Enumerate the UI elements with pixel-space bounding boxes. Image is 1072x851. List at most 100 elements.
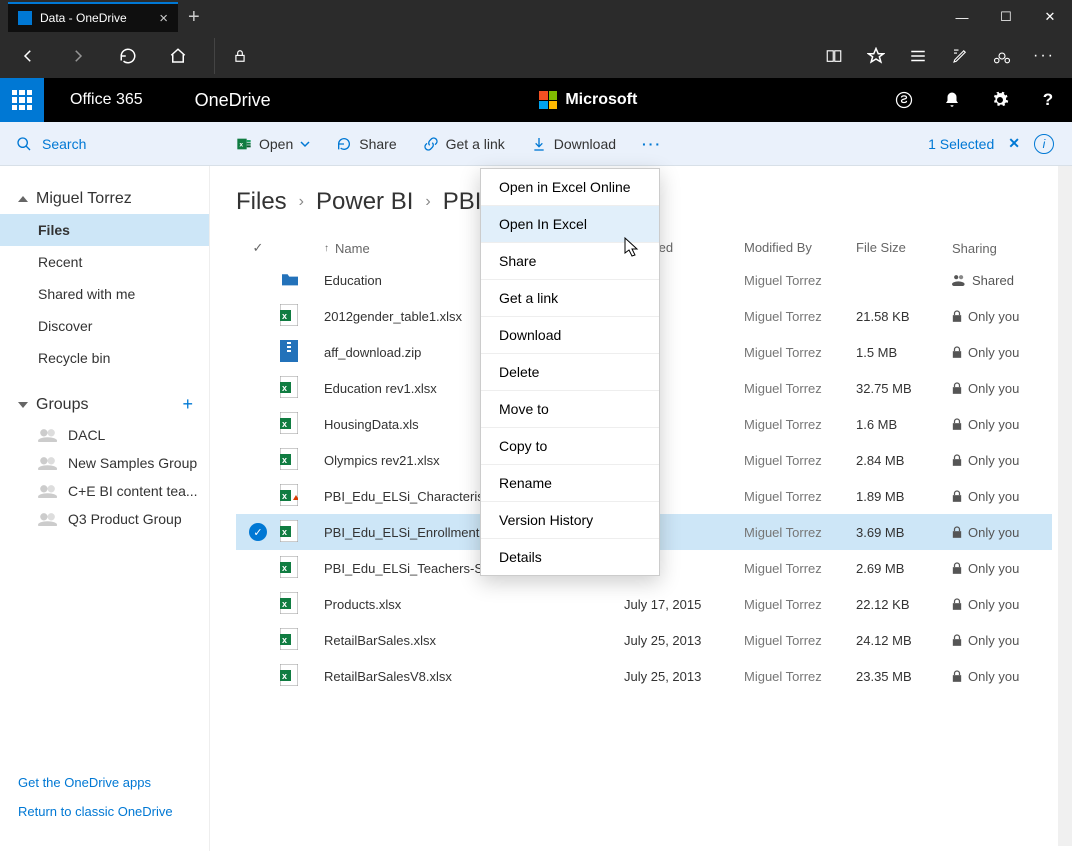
col-share-header[interactable]: Sharing: [952, 240, 1052, 256]
context-menu-item[interactable]: Get a link: [481, 280, 659, 317]
sidebar: Miguel Torrez FilesRecentShared with meD…: [0, 166, 210, 851]
file-name[interactable]: RetailBarSales.xlsx: [324, 633, 624, 648]
context-menu-item[interactable]: Open in Excel Online: [481, 169, 659, 206]
context-menu-item[interactable]: Download: [481, 317, 659, 354]
file-sharing: Only you: [952, 597, 1052, 612]
file-size: 1.6 MB: [856, 417, 952, 432]
file-type-icon: x: [280, 628, 324, 653]
add-group-icon[interactable]: +: [182, 394, 193, 415]
file-sharing: Only you: [952, 489, 1052, 504]
user-header[interactable]: Miguel Torrez: [0, 184, 209, 214]
get-apps-link[interactable]: Get the OneDrive apps: [18, 775, 191, 792]
sidebar-item-files[interactable]: Files: [0, 214, 209, 246]
home-button[interactable]: [160, 38, 196, 74]
file-sharing: Only you: [952, 561, 1052, 576]
reading-view-icon[interactable]: [816, 38, 852, 74]
file-size: 3.69 MB: [856, 525, 952, 540]
context-menu-item[interactable]: Delete: [481, 354, 659, 391]
browser-chrome: Data - OneDrive × + — ☐ ✕ ···: [0, 0, 1072, 78]
classic-link[interactable]: Return to classic OneDrive: [18, 804, 191, 821]
more-button[interactable]: ···: [642, 136, 662, 152]
search-box[interactable]: Search: [0, 136, 210, 152]
context-menu-item[interactable]: Rename: [481, 465, 659, 502]
sidebar-item-recent[interactable]: Recent: [0, 246, 209, 278]
share-icon: [336, 136, 352, 152]
file-modby: Miguel Torrez: [744, 489, 856, 504]
new-tab-button[interactable]: +: [188, 6, 200, 29]
groups-header[interactable]: Groups +: [0, 388, 209, 421]
lock-icon: [952, 562, 962, 574]
sidebar-item-shared-with-me[interactable]: Shared with me: [0, 278, 209, 310]
table-row[interactable]: xProducts.xlsxJuly 17, 2015Miguel Torrez…: [236, 586, 1052, 622]
table-row[interactable]: xRetailBarSales.xlsxJuly 25, 2013Miguel …: [236, 622, 1052, 658]
crumb-files[interactable]: Files: [236, 188, 287, 216]
clear-selection-icon[interactable]: ✕: [1008, 135, 1020, 152]
svg-text:x: x: [239, 141, 243, 148]
vertical-scrollbar[interactable]: [1058, 166, 1072, 846]
group-item[interactable]: Q3 Product Group: [0, 505, 209, 533]
group-item[interactable]: New Samples Group: [0, 449, 209, 477]
file-modby: Miguel Torrez: [744, 273, 856, 288]
context-menu-item[interactable]: Copy to: [481, 428, 659, 465]
check-icon[interactable]: ✓: [249, 523, 267, 541]
maximize-button[interactable]: ☐: [984, 2, 1028, 32]
more-browser-icon[interactable]: ···: [1026, 38, 1062, 74]
col-check[interactable]: ✓: [236, 240, 280, 256]
command-right: 1 Selected ✕ i: [928, 134, 1072, 154]
file-sharing: Only you: [952, 309, 1052, 324]
download-button[interactable]: Download: [531, 136, 616, 152]
refresh-button[interactable]: [110, 38, 146, 74]
svg-text:x: x: [282, 455, 287, 465]
app-launcher[interactable]: [0, 78, 44, 122]
chevron-down-icon: [300, 139, 310, 149]
chevron-up-icon: [18, 196, 28, 202]
minimize-button[interactable]: —: [940, 2, 984, 32]
file-sharing: Only you: [952, 669, 1052, 684]
file-modby: Miguel Torrez: [744, 453, 856, 468]
skype-icon[interactable]: [880, 78, 928, 122]
share-button[interactable]: Share: [336, 136, 396, 152]
search-placeholder: Search: [42, 136, 86, 152]
notes-icon[interactable]: [942, 38, 978, 74]
browser-tab[interactable]: Data - OneDrive ×: [8, 2, 178, 32]
getlink-button[interactable]: Get a link: [423, 136, 505, 152]
file-size: 1.5 MB: [856, 345, 952, 360]
context-menu-item[interactable]: Move to: [481, 391, 659, 428]
file-modby: Miguel Torrez: [744, 417, 856, 432]
lock-icon: [952, 598, 962, 610]
share-browser-icon[interactable]: [984, 38, 1020, 74]
forward-button[interactable]: [60, 38, 96, 74]
file-modby: Miguel Torrez: [744, 525, 856, 540]
context-menu-item[interactable]: Details: [481, 539, 659, 575]
tab-close-icon[interactable]: ×: [159, 10, 168, 27]
context-menu-item[interactable]: Version History: [481, 502, 659, 539]
open-button[interactable]: x Open: [236, 136, 310, 152]
excel-icon: x: [236, 136, 252, 152]
group-item[interactable]: C+E BI content tea...: [0, 477, 209, 505]
file-size: 32.75 MB: [856, 381, 952, 396]
notifications-icon[interactable]: [928, 78, 976, 122]
help-icon[interactable]: ?: [1024, 78, 1072, 122]
col-size-header[interactable]: File Size: [856, 240, 952, 256]
col-modby-header[interactable]: Modified By: [744, 240, 856, 256]
microsoft-label: Microsoft: [565, 91, 637, 109]
back-button[interactable]: [10, 38, 46, 74]
tab-title: Data - OneDrive: [40, 11, 127, 25]
download-label: Download: [554, 136, 616, 152]
table-row[interactable]: xRetailBarSalesV8.xlsxJuly 25, 2013Migue…: [236, 658, 1052, 694]
sidebar-item-discover[interactable]: Discover: [0, 310, 209, 342]
close-window-button[interactable]: ✕: [1028, 2, 1072, 32]
sidebar-item-recycle-bin[interactable]: Recycle bin: [0, 342, 209, 374]
file-size: 24.12 MB: [856, 633, 952, 648]
hub-icon[interactable]: [900, 38, 936, 74]
crumb-powerbi[interactable]: Power BI: [316, 188, 413, 216]
file-type-icon: x: [280, 376, 324, 401]
settings-icon[interactable]: [976, 78, 1024, 122]
favorite-icon[interactable]: [858, 38, 894, 74]
file-name[interactable]: RetailBarSalesV8.xlsx: [324, 669, 624, 684]
group-item[interactable]: DACL: [0, 421, 209, 449]
file-name[interactable]: Products.xlsx: [324, 597, 624, 612]
svg-text:x: x: [282, 635, 287, 645]
info-icon[interactable]: i: [1034, 134, 1054, 154]
brand-label[interactable]: Office 365: [44, 91, 169, 109]
